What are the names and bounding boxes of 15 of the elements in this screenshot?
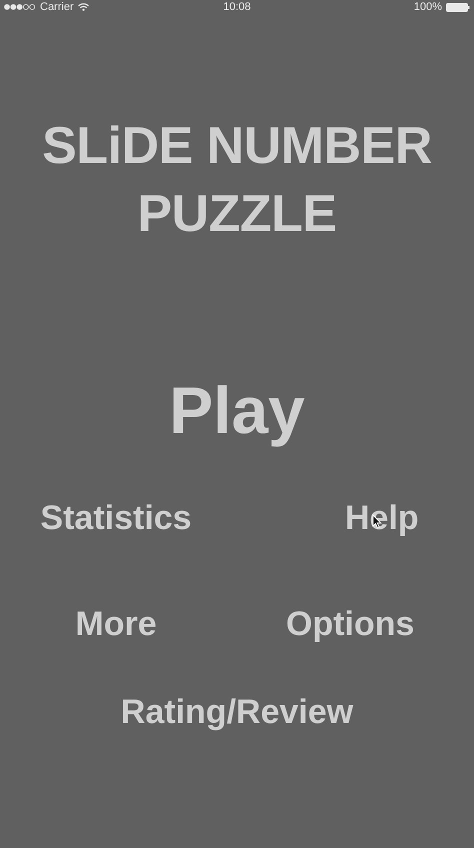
menu-button[interactable]: Help <box>345 498 419 538</box>
game-title: SLiDE NUMBER <box>42 116 432 177</box>
menu-button[interactable]: Statistics <box>40 498 192 538</box>
play-button[interactable]: Play <box>169 372 305 448</box>
game-title: PUZZLE <box>137 184 337 245</box>
battery-icon <box>446 2 470 12</box>
wifi-icon <box>78 3 89 11</box>
rating-review-button[interactable]: Rating/Review <box>120 692 354 732</box>
pointer-icon <box>372 514 382 529</box>
status-time: 10:08 <box>223 1 251 13</box>
carrier-name: Carrier <box>40 1 74 13</box>
signal-icon <box>4 4 36 10</box>
menu-button[interactable]: More <box>75 604 157 644</box>
menu-button[interactable]: Options <box>286 604 414 644</box>
battery-percent: 100% <box>414 1 442 13</box>
